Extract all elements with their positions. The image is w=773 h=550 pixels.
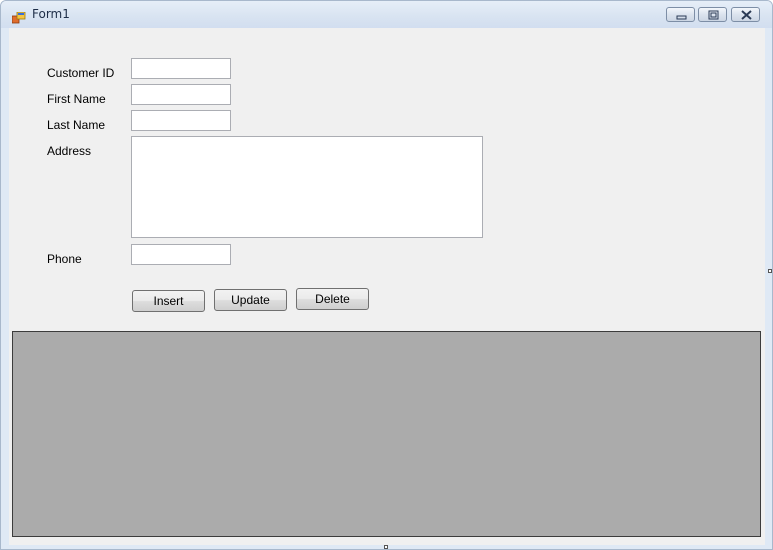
close-button[interactable] [731,7,760,22]
restore-icon [708,10,719,20]
customer-id-field[interactable] [131,58,231,79]
resize-grip-bottom[interactable] [384,545,388,549]
windows-form-icon[interactable] [11,9,26,24]
close-icon [741,10,752,20]
last-name-field[interactable] [131,110,231,131]
first-name-label: First Name [47,92,106,106]
resize-grip-right[interactable] [768,269,772,273]
form-client-area: Customer ID First Name Last Name Address… [9,28,765,545]
phone-field[interactable] [131,244,231,265]
restore-button[interactable] [698,7,727,22]
customer-id-label: Customer ID [47,66,115,80]
title-bar[interactable]: Form1 [1,1,772,28]
insert-button[interactable]: Insert [132,290,205,312]
minimize-button[interactable] [666,7,695,22]
first-name-field[interactable] [131,84,231,105]
delete-button[interactable]: Delete [296,288,369,310]
phone-label: Phone [47,252,82,266]
minimize-icon [676,15,687,20]
window-title: Form1 [32,7,70,21]
update-button[interactable]: Update [214,289,287,311]
last-name-label: Last Name [47,118,106,132]
address-field[interactable] [131,136,483,238]
form1-window: Form1 Customer ID First Name Last Name A… [0,0,773,550]
address-label: Address [47,144,92,158]
data-grid-view[interactable] [12,331,761,537]
